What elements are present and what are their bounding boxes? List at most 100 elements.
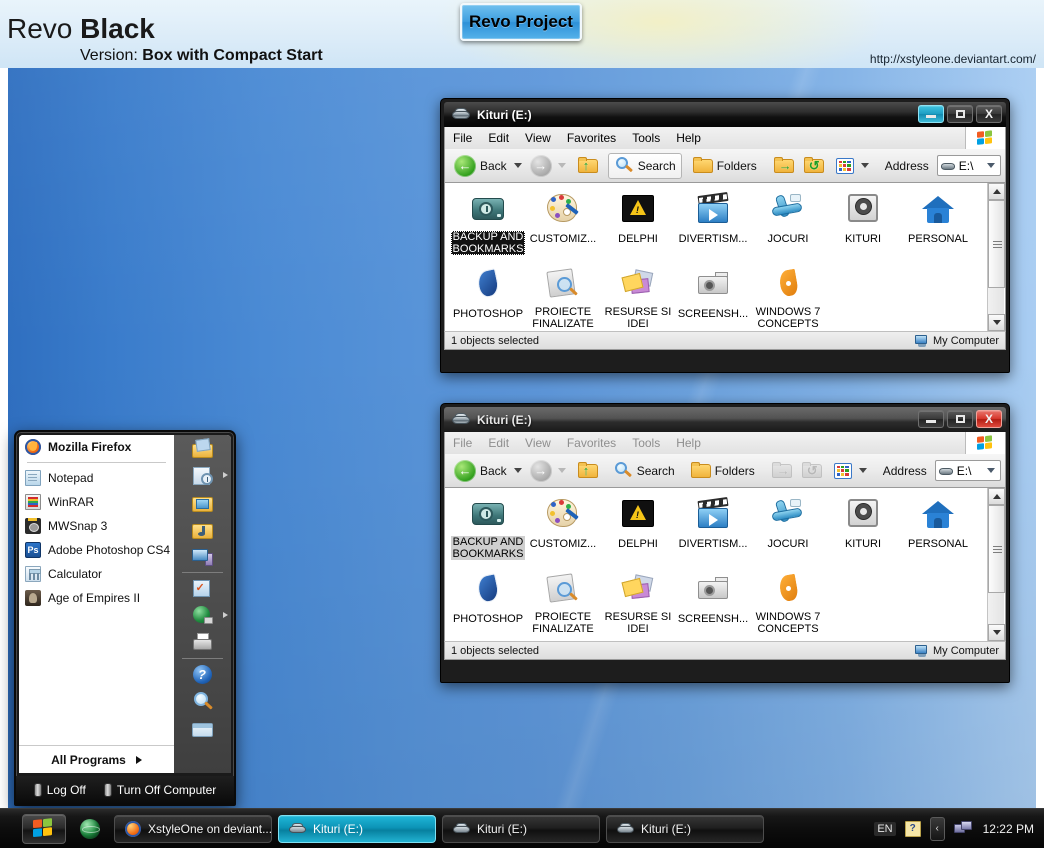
search-button[interactable]: Search [607, 152, 682, 179]
start-place-my-music[interactable] [174, 516, 231, 543]
file-item-kituri[interactable]: KITURI [826, 189, 900, 245]
up-folder-icon[interactable]: ↑ [577, 462, 598, 479]
start-place-run[interactable] [174, 715, 231, 742]
file-item-kituri[interactable]: KITURI [826, 494, 900, 550]
file-item-customiz[interactable]: CUSTOMIZ... [526, 189, 600, 245]
copy-to-folder-icon[interactable]: ↺ [803, 157, 824, 174]
start-place-my-computer[interactable] [174, 543, 231, 570]
menu-file[interactable]: File [445, 129, 480, 147]
views-caret-icon[interactable] [860, 163, 869, 168]
file-item-win7concepts[interactable]: WINDOWS 7 CONCEPTS ... [751, 569, 825, 641]
language-indicator[interactable]: EN [874, 821, 896, 836]
menu-tools[interactable]: Tools [624, 129, 668, 147]
maximize-button[interactable] [947, 105, 973, 123]
views-icon[interactable] [835, 157, 854, 174]
menu-help[interactable]: Help [668, 434, 709, 452]
menu-favorites[interactable]: Favorites [559, 434, 624, 452]
log-off-button[interactable]: Log Off [33, 783, 86, 797]
all-programs-button[interactable]: All Programs [19, 745, 174, 773]
system-tray[interactable]: EN ? ‹ 12:22 PM [874, 816, 1034, 841]
start-item-calculator[interactable]: Calculator [19, 562, 174, 586]
scroll-down-button[interactable] [988, 624, 1005, 641]
file-item-backup[interactable]: BACKUP AND BOOKMARKS [451, 189, 525, 255]
scroll-up-button[interactable] [988, 488, 1005, 505]
menu-view[interactable]: View [517, 434, 559, 452]
clock[interactable]: 12:22 PM [983, 822, 1034, 836]
back-button[interactable]: ← Back [449, 152, 512, 180]
start-place-search[interactable] [174, 688, 231, 715]
folders-button[interactable]: Folders [686, 459, 760, 482]
file-item-divertisment[interactable]: DIVERTISM... [676, 494, 750, 550]
window-1-toolbar[interactable]: ← Back → ↑ Search Folders → ↺ Address E:… [444, 149, 1006, 183]
start-place-control-panel[interactable]: ✓ [174, 575, 231, 602]
minimize-button[interactable] [918, 105, 944, 123]
start-button[interactable] [22, 813, 66, 844]
window-2-menubar[interactable]: File Edit View Favorites Tools Help [444, 432, 1006, 454]
file-item-resurse[interactable]: RESURSE SI IDEI [601, 264, 675, 330]
views-caret-icon[interactable] [858, 468, 867, 473]
file-item-proiecte[interactable]: PROIECTE FINALIZATE [526, 569, 600, 635]
help-tray-icon[interactable]: ? [904, 820, 921, 837]
file-item-photoshop[interactable]: PHOTOSHOP [451, 569, 525, 625]
taskbar[interactable]: XstyleOne on deviant... Kituri (E:) Kitu… [0, 808, 1044, 848]
task-button-kituri-1[interactable]: Kituri (E:) [278, 814, 436, 843]
file-item-personal[interactable]: PERSONAL [901, 189, 975, 245]
revo-project-button[interactable]: Revo Project [460, 3, 582, 41]
task-button-kituri-3[interactable]: Kituri (E:) [606, 814, 764, 843]
views-icon[interactable] [833, 462, 852, 479]
forward-arrow-icon[interactable]: → [529, 459, 552, 482]
folders-button[interactable]: Folders [688, 154, 762, 177]
address-input[interactable]: E:\ [936, 155, 1001, 176]
file-item-proiecte[interactable]: PROIECTE FINALIZATE [526, 264, 600, 330]
window-2-file-list[interactable]: BACKUP AND BOOKMARKS CUSTOMIZ... DELPHI … [444, 488, 1006, 641]
file-item-jocuri[interactable]: JOCURI [751, 189, 825, 245]
scroll-up-button[interactable] [988, 183, 1005, 200]
back-button[interactable]: ← Back [449, 457, 512, 485]
start-place-my-pictures[interactable] [174, 489, 231, 516]
start-place-my-documents[interactable] [174, 435, 231, 462]
file-item-divertisment[interactable]: DIVERTISM... [676, 189, 750, 245]
window-2-toolbar[interactable]: ← Back → ↑ Search Folders → ↺ Address E:… [444, 454, 1006, 488]
vertical-scrollbar[interactable] [987, 488, 1005, 641]
turn-off-computer-button[interactable]: Turn Off Computer [103, 783, 216, 797]
file-item-screenshots[interactable]: SCREENSH... [676, 264, 750, 320]
maximize-button[interactable] [947, 410, 973, 428]
start-item-photoshop[interactable]: Ps Adobe Photoshop CS4 [19, 538, 174, 562]
start-item-notepad[interactable]: Notepad [19, 466, 174, 490]
menu-tools[interactable]: Tools [624, 434, 668, 452]
menu-help[interactable]: Help [668, 129, 709, 147]
start-item-age-of-empires[interactable]: Age of Empires II [19, 586, 174, 610]
vertical-scrollbar[interactable] [987, 183, 1005, 331]
file-item-resurse[interactable]: RESURSE SI IDEI [601, 569, 675, 635]
menu-edit[interactable]: Edit [480, 129, 517, 147]
back-history-caret-icon[interactable] [513, 163, 522, 168]
file-item-backup[interactable]: BACKUP AND BOOKMARKS [451, 494, 525, 560]
window-2-titlebar[interactable]: Kituri (E:) X [444, 407, 1006, 432]
file-item-personal[interactable]: PERSONAL [901, 494, 975, 550]
file-item-win7concepts[interactable]: WINDOWS 7 CONCEPTS ... [751, 264, 825, 331]
scrollbar-thumb[interactable] [988, 505, 1005, 593]
address-input[interactable]: E:\ [934, 460, 1001, 481]
address-dropdown-icon[interactable] [987, 163, 995, 168]
file-item-photoshop[interactable]: PHOTOSHOP [451, 264, 525, 320]
explorer-window-1[interactable]: Kituri (E:) X File Edit View Favorites T… [440, 98, 1010, 373]
start-item-mwsnap[interactable]: MWSnap 3 [19, 514, 174, 538]
start-place-printers[interactable] [174, 629, 231, 656]
file-item-screenshots[interactable]: SCREENSH... [676, 569, 750, 625]
show-desktop-globe-icon[interactable] [80, 818, 100, 839]
file-item-jocuri[interactable]: JOCURI [751, 494, 825, 550]
move-to-folder-icon[interactable]: → [773, 157, 794, 174]
back-history-caret-icon[interactable] [513, 468, 522, 473]
file-item-delphi[interactable]: DELPHI [601, 189, 675, 245]
explorer-window-2[interactable]: Kituri (E:) X File Edit View Favorites T… [440, 403, 1010, 683]
start-place-network[interactable] [174, 602, 231, 629]
minimize-button[interactable] [918, 410, 944, 428]
start-place-help[interactable]: ? [174, 661, 231, 688]
address-dropdown-icon[interactable] [987, 468, 995, 473]
window-1-file-list[interactable]: BACKUP AND BOOKMARKS CUSTOMIZ... DELPHI … [444, 183, 1006, 331]
menu-file[interactable]: File [445, 434, 480, 452]
tray-expand-chevron-icon[interactable]: ‹ [929, 816, 945, 841]
close-button[interactable]: X [976, 410, 1002, 428]
menu-favorites[interactable]: Favorites [559, 129, 624, 147]
task-button-firefox[interactable]: XstyleOne on deviant... [114, 814, 272, 843]
